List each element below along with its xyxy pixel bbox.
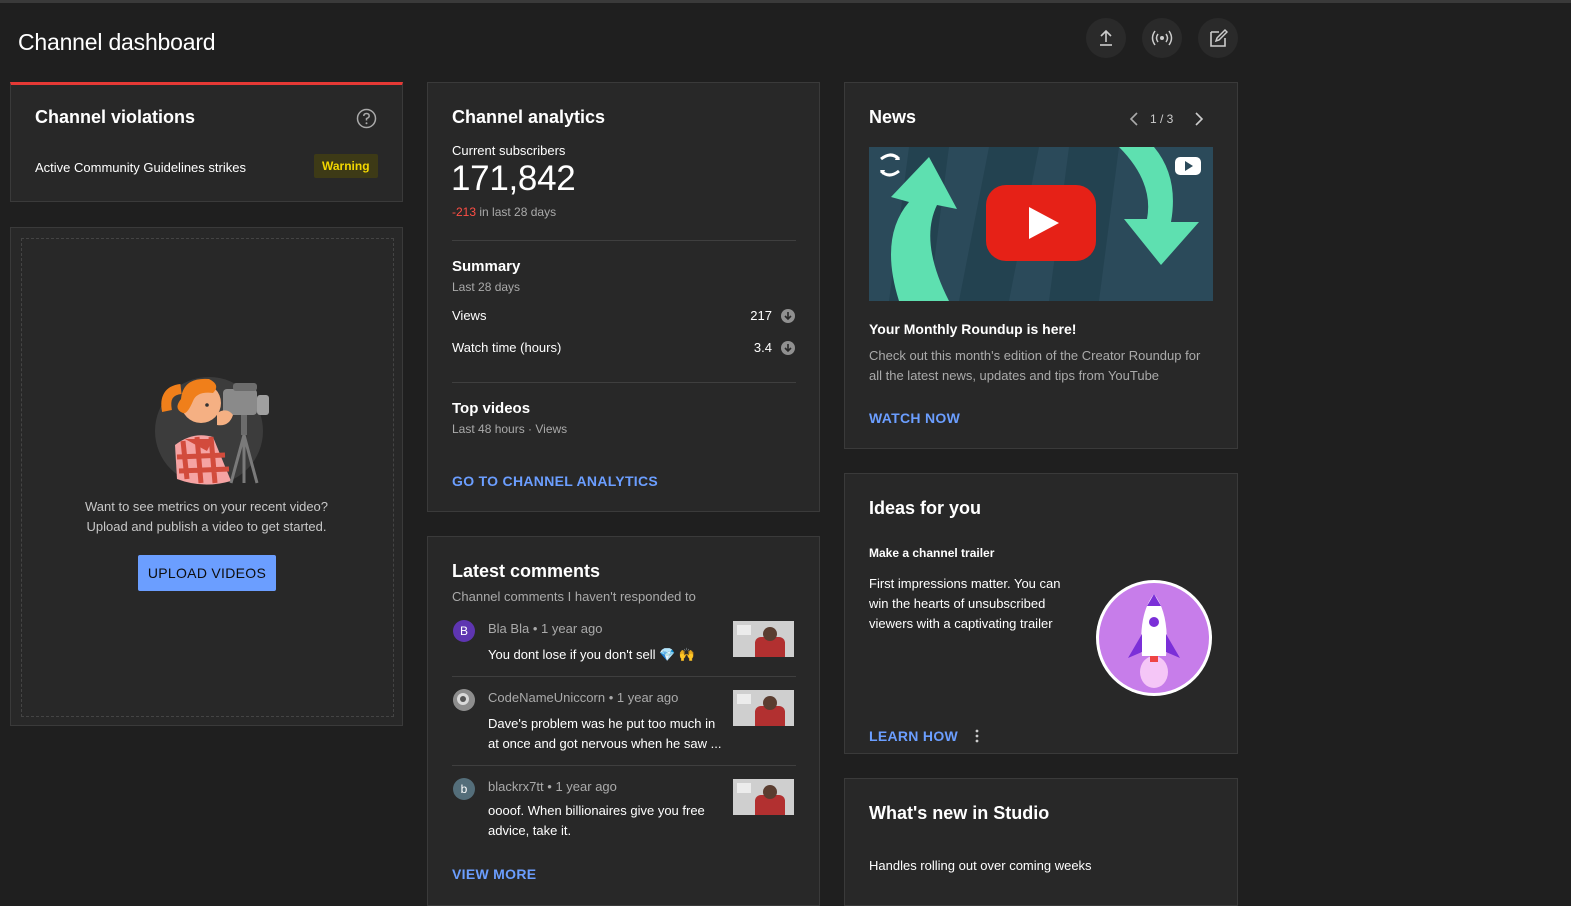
create-post-button[interactable]: [1198, 18, 1238, 58]
comment-dot: •: [608, 690, 614, 705]
comment-item[interactable]: b blackrx7tt • 1 year ago oooof. When bi…: [452, 777, 796, 839]
more-options-button[interactable]: [971, 728, 983, 744]
upload-videos-button[interactable]: UPLOAD VIDEOS: [138, 555, 276, 591]
divider: [452, 676, 796, 677]
comment-dot: •: [532, 621, 538, 636]
video-thumbnail[interactable]: [733, 690, 794, 726]
subscribers-delta: -213: [452, 205, 477, 219]
help-button[interactable]: [356, 108, 377, 134]
comment-author[interactable]: Bla Bla: [488, 621, 529, 636]
rocket-illustration: [1094, 578, 1214, 703]
more-vert-icon: [975, 729, 979, 743]
avatar[interactable]: b: [453, 778, 475, 800]
card-title: Channel analytics: [452, 107, 606, 127]
idea-subtitle: Make a channel trailer: [869, 546, 995, 560]
help-icon: [356, 108, 377, 129]
card-title: Latest comments: [452, 561, 601, 581]
comment-meta: blackrx7tt • 1 year ago: [488, 779, 617, 794]
upload-prompt-line-1: Want to see metrics on your recent video…: [84, 499, 329, 514]
page-title: Channel dashboard: [18, 29, 216, 55]
learn-how-link[interactable]: LEARN HOW: [869, 728, 958, 744]
news-headline: Your Monthly Roundup is here!: [869, 321, 1077, 337]
subscribers-count: 171,842: [451, 159, 576, 198]
view-more-link[interactable]: VIEW MORE: [452, 866, 536, 882]
upload-prompt-line-2: Upload and publish a video to get starte…: [86, 519, 327, 534]
whats-new-card: What's new in Studio Handles rolling out…: [844, 778, 1238, 906]
divider: [452, 240, 796, 241]
comment-meta: CodeNameUniccorn • 1 year ago: [488, 690, 678, 705]
views-value: 217: [750, 308, 772, 323]
watch-time-value: 3.4: [753, 340, 772, 355]
subscribers-delta-suffix: in last 28 days: [479, 205, 557, 219]
whats-new-item[interactable]: Handles rolling out over coming weeks: [869, 858, 1092, 873]
card-title: News: [869, 107, 917, 127]
comments-subtitle: Channel comments I haven't responded to: [452, 589, 696, 604]
divider: [452, 765, 796, 766]
news-body: Check out this month's edition of the Cr…: [869, 348, 1201, 383]
comment-author[interactable]: blackrx7tt: [488, 779, 544, 794]
subscribers-label: Current subscribers: [452, 143, 566, 158]
upload-videos-card: Want to see metrics on your recent video…: [10, 227, 403, 726]
video-thumbnail[interactable]: [733, 621, 794, 657]
watch-time-label: Watch time (hours): [452, 340, 562, 355]
chevron-left-icon: [1129, 112, 1138, 126]
go-live-button[interactable]: [1142, 18, 1182, 58]
news-pager: 1 / 3: [1150, 112, 1174, 126]
comment-text: oooof. When billionaires give you free a…: [488, 803, 705, 838]
comment-item[interactable]: CodeNameUniccorn • 1 year ago Dave's pro…: [452, 688, 796, 751]
news-thumbnail[interactable]: [869, 147, 1213, 301]
top-videos-title: Top videos: [452, 400, 531, 417]
prev-button[interactable]: [1128, 111, 1140, 132]
chevron-right-icon: [1195, 112, 1204, 126]
subscribers-change: -213 in last 28 days: [452, 205, 556, 219]
latest-comments-card: Latest comments Channel comments I haven…: [427, 536, 820, 906]
arrow-down-icon: [781, 309, 795, 323]
ideas-card: Ideas for you Make a channel trailer Fir…: [844, 473, 1238, 754]
comment-time: 1 year ago: [616, 690, 679, 705]
views-label: Views: [452, 308, 487, 323]
card-title: Ideas for you: [869, 498, 982, 518]
comment-author[interactable]: CodeNameUniccorn: [488, 690, 605, 705]
comment-text: You dont lose if you don't sell 💎 🙌: [488, 647, 696, 662]
card-title: Channel violations: [35, 107, 196, 127]
comment-meta: Bla Bla • 1 year ago: [488, 621, 602, 636]
top-border: [0, 0, 1571, 3]
avatar[interactable]: [453, 689, 475, 711]
comment-text: Dave's problem was he put too much in at…: [488, 716, 722, 751]
avatar[interactable]: B: [453, 620, 475, 642]
channel-analytics-card: Channel analytics Current subscribers 17…: [427, 82, 820, 512]
idea-body: First impressions matter. You can win th…: [869, 576, 1061, 631]
strikes-label: Active Community Guidelines strikes: [35, 160, 246, 175]
live-icon: [1151, 30, 1173, 46]
arrow-down-icon: [781, 341, 795, 355]
news-card: News 1 / 3 Your Monthly Roundup is here!…: [844, 82, 1238, 449]
upload-button[interactable]: [1086, 18, 1126, 58]
upload-icon: [1100, 29, 1112, 46]
create-post-icon: [1210, 28, 1228, 47]
camera-illustration: [153, 371, 281, 492]
video-thumbnail[interactable]: [733, 779, 794, 815]
warning-badge: Warning: [314, 154, 378, 178]
summary-title: Summary: [452, 258, 521, 275]
comment-dot: •: [547, 779, 552, 794]
top-videos-period: Last 48 hours · Views: [452, 422, 568, 436]
divider: [452, 382, 796, 383]
summary-period: Last 28 days: [452, 280, 521, 294]
card-title: What's new in Studio: [869, 803, 1050, 823]
comment-time: 1 year ago: [541, 621, 603, 636]
upload-prompt: Want to see metrics on your recent video…: [11, 497, 402, 537]
channel-violations-card: Channel violations Active Community Guid…: [10, 82, 403, 202]
comment-item[interactable]: B Bla Bla • 1 year ago You dont lose if …: [452, 619, 796, 675]
comment-time: 1 year ago: [555, 779, 617, 794]
watch-now-link[interactable]: WATCH NOW: [869, 410, 960, 426]
next-button[interactable]: [1193, 111, 1205, 132]
go-to-analytics-link[interactable]: GO TO CHANNEL ANALYTICS: [452, 473, 658, 489]
